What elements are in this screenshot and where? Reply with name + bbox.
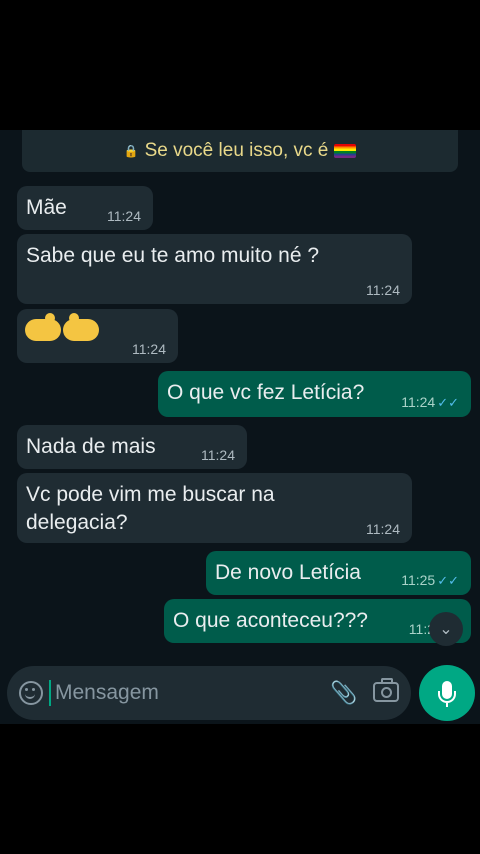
scroll-down-button[interactable]: ⌄ — [429, 612, 463, 646]
pointing-hands-emoji — [25, 313, 99, 341]
message-incoming[interactable]: Nada de mais 11:24 — [17, 425, 247, 469]
pointing-left-icon — [25, 313, 61, 341]
message-input[interactable]: Mensagem — [55, 678, 159, 708]
message-outgoing[interactable]: De novo Letícia 11:25 ✓✓ — [206, 551, 471, 595]
attach-icon[interactable]: 📎 — [330, 680, 357, 706]
banner-text: Se você leu isso, vc é — [144, 140, 329, 161]
message-time: 11:24 — [132, 341, 166, 357]
message-input-bar[interactable]: Mensagem 📎 — [7, 666, 411, 720]
message-text: Mãe — [26, 196, 67, 219]
chevron-down-icon: ⌄ — [439, 621, 453, 638]
message-time: 11:24 — [366, 521, 400, 537]
message-incoming[interactable]: Sabe que eu te amo muito né ? 11:24 — [17, 234, 412, 304]
message-incoming[interactable]: Vc pode vim me buscar na delegacia? 11:24 — [17, 473, 412, 543]
message-text: Nada de mais — [26, 435, 156, 458]
message-incoming[interactable]: Mãe 11:24 — [17, 186, 153, 230]
message-text: O que aconteceu??? — [173, 609, 368, 632]
message-time: 11:24 — [107, 208, 141, 224]
emoji-icon[interactable] — [19, 681, 43, 705]
message-text: De novo Letícia — [215, 561, 361, 584]
message-time: 11:24 — [201, 447, 235, 463]
message-outgoing[interactable]: O que aconteceu??? 11:2 — [164, 599, 471, 643]
message-text: Sabe que eu te amo muito né ? — [26, 244, 320, 267]
lock-icon: 🔒 — [123, 144, 139, 158]
message-text: Vc pode vim me buscar na delegacia? — [26, 483, 275, 534]
mic-icon — [438, 681, 456, 707]
message-time: 11:24 ✓✓ — [401, 394, 459, 410]
message-outgoing[interactable]: O que vc fez Letícia? 11:24 ✓✓ — [158, 371, 471, 417]
message-time: 11:25 ✓✓ — [401, 572, 459, 588]
message-incoming[interactable]: 11:24 — [17, 309, 178, 363]
read-ticks-icon: ✓✓ — [437, 573, 459, 588]
voice-record-button[interactable] — [419, 665, 475, 721]
pointing-right-icon — [63, 313, 99, 341]
message-text: O que vc fez Letícia? — [167, 381, 365, 404]
text-caret — [49, 680, 51, 706]
message-time: 11:24 — [366, 282, 400, 298]
rainbow-flag-icon — [334, 144, 357, 158]
chat-area: 🔒 Se você leu isso, vc é Mãe 11:24 Sabe … — [0, 130, 480, 724]
read-ticks-icon: ✓✓ — [437, 395, 459, 410]
camera-icon[interactable] — [373, 678, 399, 702]
encryption-banner[interactable]: 🔒 Se você leu isso, vc é — [22, 130, 458, 172]
